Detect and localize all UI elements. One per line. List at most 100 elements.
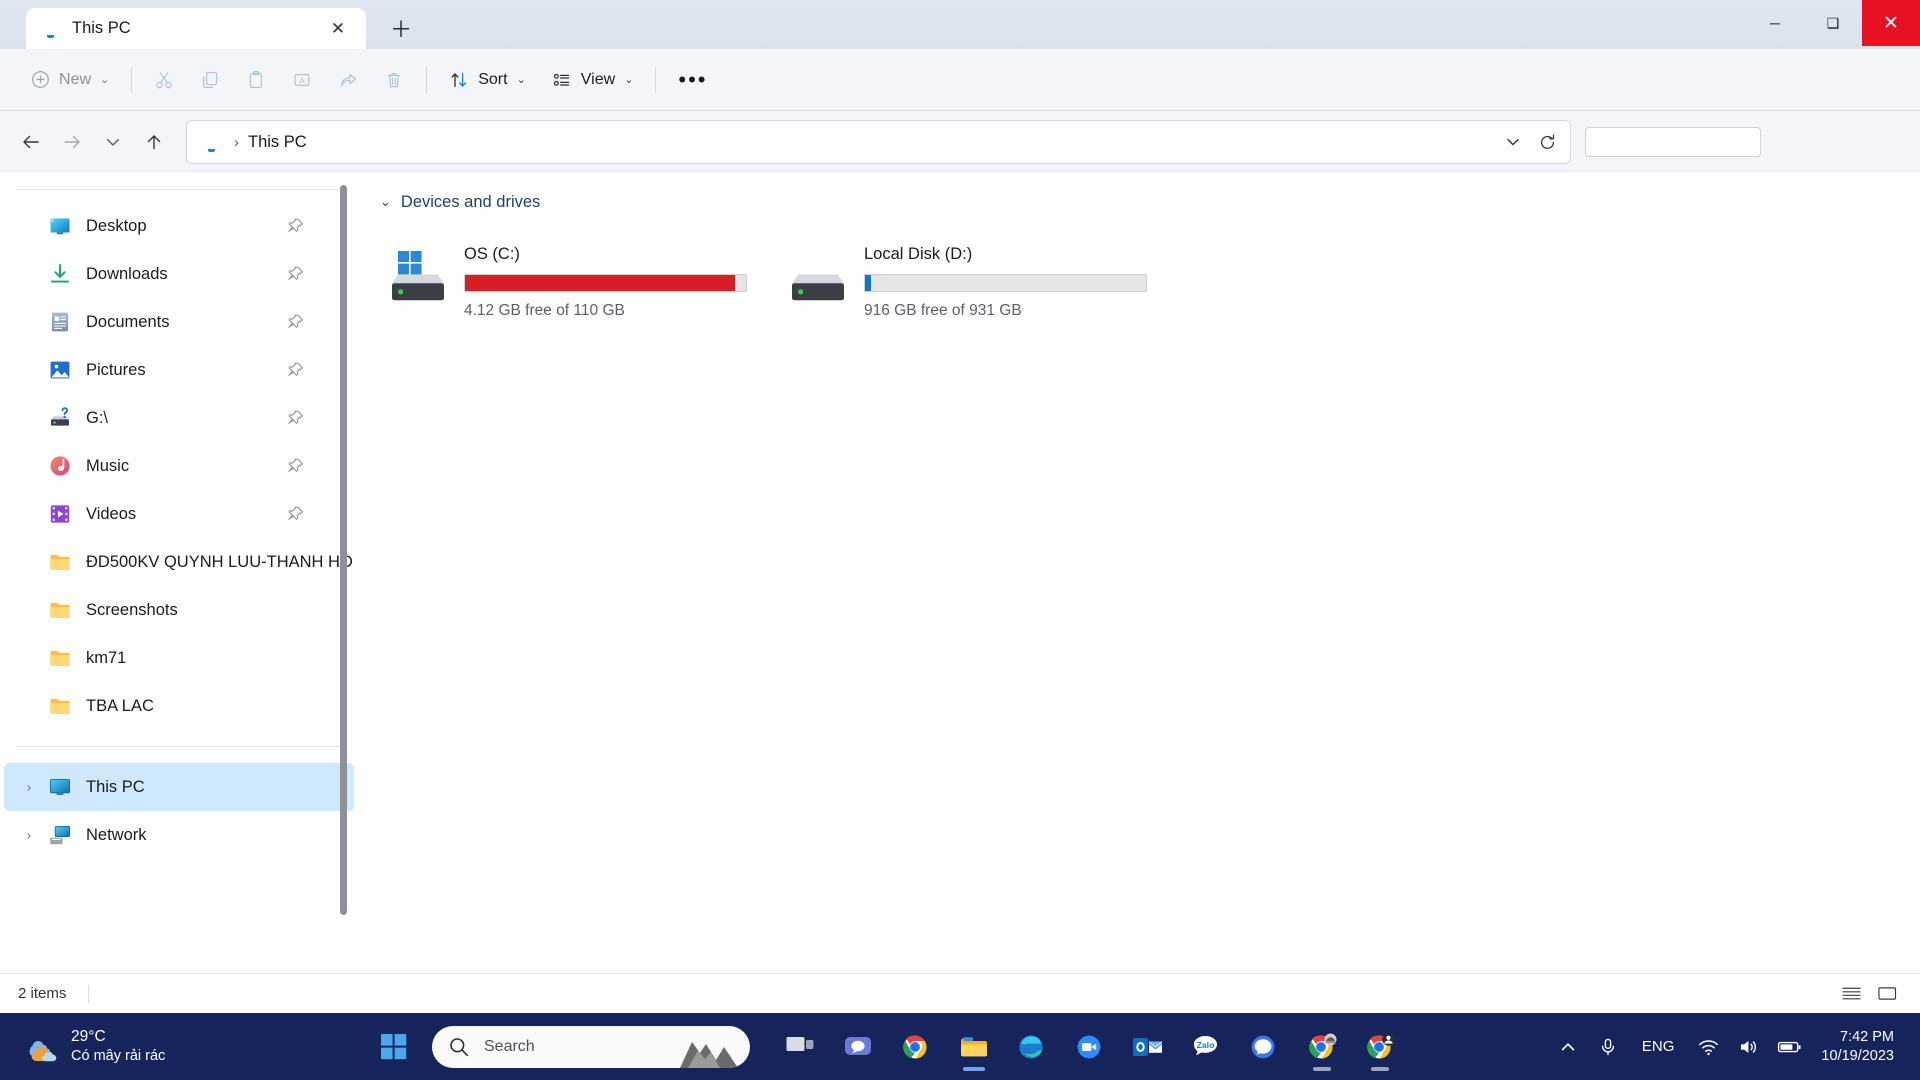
sidebar-item-screenshots[interactable]: Screenshots	[4, 586, 354, 634]
chevron-right-icon[interactable]: ›	[22, 780, 36, 795]
view-icon	[553, 73, 569, 86]
address-dropdown-button[interactable]	[1496, 125, 1530, 159]
search-input[interactable]	[1585, 127, 1761, 157]
new-tab-button[interactable]: ＋	[384, 11, 418, 45]
cut-button[interactable]	[141, 60, 187, 100]
address-bar[interactable]: › This PC	[186, 120, 1571, 164]
view-button[interactable]: View ⌄	[539, 60, 647, 100]
large-icons-view-icon[interactable]	[1872, 981, 1902, 1007]
drive-item[interactable]: Local Disk (D:) 916 GB free of 931 GB	[784, 229, 1172, 326]
windows-start-icon[interactable]	[374, 1027, 414, 1067]
delete-button[interactable]	[371, 60, 417, 100]
devices-and-drives-group-header[interactable]: ⌄ Devices and drives	[372, 187, 1920, 217]
show-hidden-icons-button[interactable]	[1550, 1025, 1586, 1069]
recent-locations-button[interactable]	[92, 122, 133, 163]
sidebar-item-pictures[interactable]: Pictures	[4, 346, 354, 394]
details-view-icon[interactable]	[1836, 981, 1866, 1007]
taskbar-chrome-profile-2-icon[interactable]	[1352, 1019, 1408, 1075]
divider	[426, 66, 428, 93]
this-pc-monitor-icon	[201, 133, 223, 151]
new-button[interactable]: New ⌄	[18, 60, 122, 100]
sidebar-item-tba-lac[interactable]: TBA LAC	[4, 682, 354, 730]
sidebar-item-label: Videos	[86, 504, 137, 523]
pin-icon[interactable]	[288, 410, 304, 426]
sidebar-item-music[interactable]: Music	[4, 442, 354, 490]
taskbar-outlook-icon[interactable]	[1120, 1019, 1176, 1075]
taskbar-file-explorer-icon[interactable]	[946, 1019, 1002, 1075]
edge-glyph	[1019, 1034, 1043, 1059]
minimize-button[interactable]: ─	[1746, 0, 1804, 46]
sidebar-item-desktop[interactable]: Desktop	[4, 202, 354, 250]
back-button[interactable]	[10, 122, 51, 163]
breadcrumb[interactable]: This PC	[248, 133, 1496, 152]
pin-glyph	[288, 266, 304, 281]
pin-icon[interactable]	[288, 506, 304, 522]
microphone-icon[interactable]	[1590, 1025, 1626, 1069]
drive-capacity-fill	[865, 275, 871, 291]
volume-icon[interactable]	[1730, 1025, 1766, 1069]
taskbar-microsoft-edge-icon[interactable]	[1004, 1019, 1060, 1075]
pin-icon[interactable]	[288, 314, 304, 330]
documents-icon	[48, 310, 72, 334]
sidebar-item-d500kv-quynh-luu-thanh-ho[interactable]: ĐD500KV QUYNH LUU-THANH HO	[4, 538, 354, 586]
sidebar-item-label: Documents	[86, 312, 170, 331]
see-more-button[interactable]: •••	[665, 60, 720, 100]
copy-button[interactable]	[187, 60, 233, 100]
chevron-down-icon[interactable]: ⌄	[380, 194, 391, 210]
paste-button[interactable]	[233, 60, 279, 100]
taskbar-search-box[interactable]: Search	[432, 1025, 750, 1068]
divider	[131, 66, 133, 93]
taskbar-pinned-apps: Zalo	[772, 1019, 1408, 1075]
taskbar-chrome-profile-1-icon[interactable]	[1294, 1019, 1350, 1075]
sort-icon	[451, 72, 467, 87]
taskbar-signal-icon[interactable]	[1236, 1019, 1292, 1075]
weather-widget[interactable]: 29°C Có mây rải rác	[24, 1027, 234, 1065]
close-icon[interactable]: ✕	[324, 15, 352, 43]
wifi-icon[interactable]	[1690, 1025, 1726, 1069]
taskbar-zoom-icon[interactable]	[1062, 1019, 1118, 1075]
up-button[interactable]	[133, 122, 174, 163]
pictures-icon	[48, 358, 72, 382]
sort-button[interactable]: Sort ⌄	[436, 60, 539, 100]
chevron-down-icon: ⌄	[516, 74, 526, 86]
zalo-glyph: Zalo	[1194, 1035, 1217, 1055]
drive-item[interactable]: OS (C:) 4.12 GB free of 110 GB	[384, 229, 772, 326]
sidebar-item-videos[interactable]: Videos	[4, 490, 354, 538]
taskbar-zalo-icon[interactable]: Zalo	[1178, 1019, 1234, 1075]
pin-icon[interactable]	[288, 458, 304, 474]
forward-button[interactable]	[51, 122, 92, 163]
sidebar-item-this-pc[interactable]: › This PC	[4, 763, 354, 811]
language-indicator[interactable]: ENG	[1630, 1038, 1687, 1055]
share-button[interactable]	[325, 60, 371, 100]
music-icon	[48, 454, 72, 478]
taskbar-task-view-icon[interactable]	[772, 1019, 828, 1075]
weather-description: Có mây rải rác	[71, 1048, 166, 1065]
file-explorer-glyph	[961, 1036, 987, 1056]
sidebar-item-g[interactable]: G:\	[4, 394, 354, 442]
chevron-right-icon[interactable]: ›	[22, 828, 36, 843]
sidebar-item-downloads[interactable]: Downloads	[4, 250, 354, 298]
pin-icon[interactable]	[288, 362, 304, 378]
sidebar-item-documents[interactable]: Documents	[4, 298, 354, 346]
navigation-pane: Desktop Downloads Documents Pictures G:\…	[0, 173, 358, 991]
sidebar-item-label: Network	[86, 825, 147, 844]
scrollbar-thumb[interactable]	[340, 185, 347, 915]
refresh-button[interactable]	[1530, 125, 1564, 159]
sidebar-item-network[interactable]: › Network	[4, 811, 354, 859]
divider	[16, 746, 342, 747]
pin-icon[interactable]	[288, 266, 304, 282]
maximize-button[interactable]: ❑	[1804, 0, 1862, 46]
taskbar-microsoft-teams-icon[interactable]	[830, 1019, 886, 1075]
taskbar-google-chrome-icon[interactable]	[888, 1019, 944, 1075]
battery-icon[interactable]	[1770, 1025, 1809, 1069]
pin-icon[interactable]	[288, 218, 304, 234]
sidebar-item-km71[interactable]: km71	[4, 634, 354, 682]
rename-button[interactable]: A	[279, 60, 325, 100]
task-view-glyph	[786, 1036, 814, 1051]
close-window-button[interactable]: ✕	[1862, 0, 1920, 46]
copy-icon	[203, 71, 218, 88]
this-pc-monitor-icon	[40, 19, 62, 39]
sidebar-scrollbar[interactable]	[338, 179, 348, 919]
tab-this-pc[interactable]: This PC ✕	[26, 8, 366, 49]
clock[interactable]: 7:42 PM 10/19/2023	[1813, 1028, 1906, 1066]
